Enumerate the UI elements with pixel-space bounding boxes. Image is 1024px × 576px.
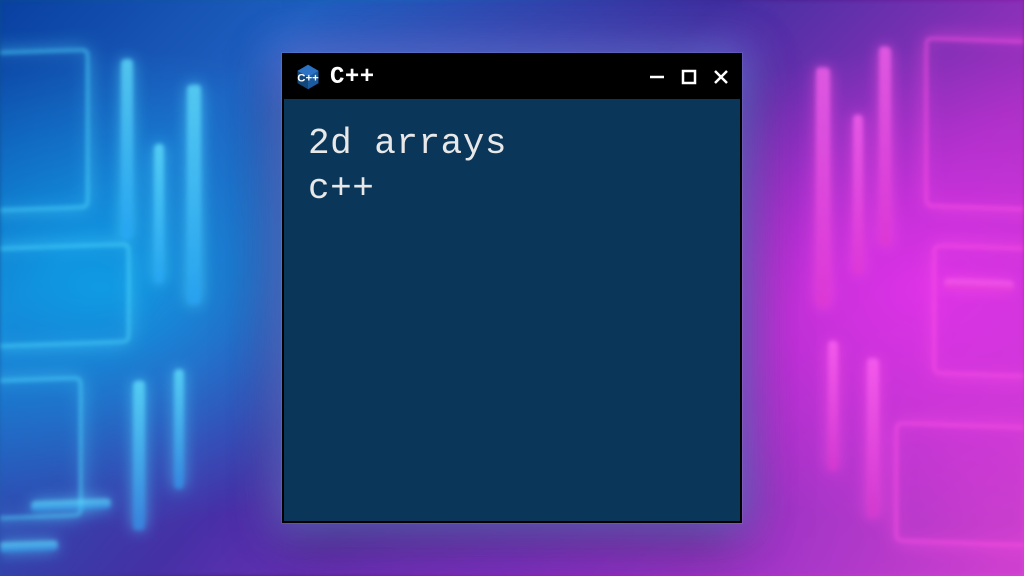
content-line-1: 2d arrays [308,121,716,166]
close-button[interactable] [712,68,730,86]
svg-text:C++: C++ [297,72,319,84]
terminal-window: C++ C++ 2d arrays c++ [282,53,742,523]
terminal-body: 2d arrays c++ [284,99,740,233]
titlebar[interactable]: C++ C++ [284,55,740,99]
cpp-logo-icon: C++ [294,63,322,91]
window-title: C++ [330,64,375,91]
minimize-button[interactable] [648,68,666,86]
maximize-button[interactable] [680,68,698,86]
content-line-2: c++ [308,166,716,211]
window-controls [648,68,730,86]
